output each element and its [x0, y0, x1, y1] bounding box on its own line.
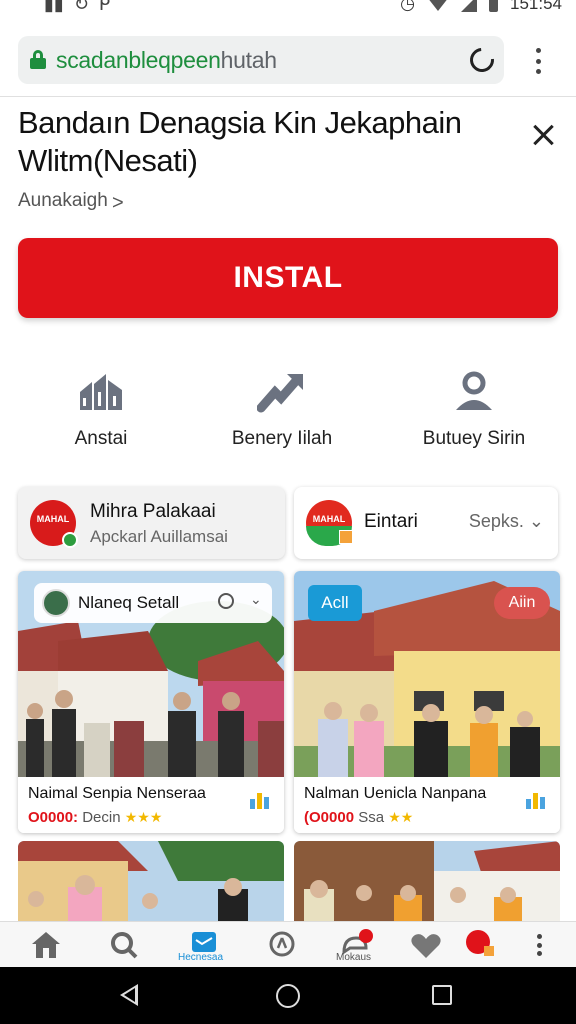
home-circle-icon[interactable] — [276, 984, 300, 1008]
card-title: Naimal Senpia Nenseraa — [28, 785, 206, 802]
bottom-navigation: Hecnesaa Mokaus — [0, 921, 576, 967]
nav-label: Mokaus — [336, 952, 372, 963]
action-label: Anstai — [74, 428, 128, 449]
alarm-icon: ◷ — [400, 0, 415, 13]
listing-card[interactable]: Nlaneq Setall ⌄ Naimal Senpia Nenseraa O… — [18, 571, 284, 833]
chevron-down-icon: ⌄ — [528, 511, 544, 531]
chevron-right-icon: > — [112, 192, 124, 214]
sim-icon: ▮▮ — [44, 0, 64, 14]
compass-icon[interactable] — [262, 928, 302, 962]
more-vert-icon[interactable] — [537, 934, 542, 956]
action-anstai[interactable]: Anstai — [21, 370, 181, 450]
url-text[interactable]: scadanbleqpeenhutah — [56, 47, 277, 74]
status-time: 151:54 — [510, 0, 562, 13]
search-icon[interactable] — [218, 593, 234, 609]
bar-chart-icon — [526, 793, 545, 809]
breadcrumb[interactable]: Aunakaigh — [18, 190, 108, 212]
card-caption: Nalman Uenicla Nanpana (O0000 Ssa ★★ — [294, 777, 560, 833]
listing-card-photo[interactable] — [294, 841, 560, 921]
nav-label: Hecnesaa — [178, 952, 224, 963]
install-button[interactable]: INSTAL — [18, 238, 558, 318]
action-label: Butuey Sirin — [422, 428, 526, 449]
location-icon: ᑭ — [98, 0, 111, 14]
more-vert-icon[interactable] — [536, 48, 542, 74]
page-title: Bandaın Denagsia Kin Jekaphain Wlitm(Nes… — [18, 105, 462, 178]
person-icon — [456, 371, 492, 410]
rating-stars: ★★ — [388, 809, 414, 825]
chip-subtitle: Apckarl Auillamsai — [90, 527, 228, 546]
chevron-down-icon[interactable]: ⌄ — [250, 591, 262, 608]
chip-title: Mihra Palakaai — [90, 501, 216, 522]
card-overlay[interactable]: Nlaneq Setall ⌄ — [34, 583, 272, 623]
action-label: Benery Iilah — [231, 428, 333, 449]
listing-card-photo[interactable] — [18, 841, 284, 921]
brand-icon[interactable] — [460, 928, 500, 962]
address-bar[interactable]: scadanbleqpeenhutah — [18, 36, 504, 84]
bar-chart-icon — [250, 793, 269, 809]
recents-icon[interactable] — [432, 985, 452, 1005]
card-meta: O0000: Decin ★★★ — [28, 809, 163, 826]
lock-icon — [30, 50, 46, 69]
wifi-icon — [427, 0, 449, 11]
reload-icon[interactable] — [465, 43, 499, 77]
system-navigation — [0, 967, 576, 1024]
chip-dropdown[interactable]: Sepks. ⌄ — [469, 511, 544, 532]
overlay-title: Nlaneq Setall — [78, 593, 180, 612]
trend-arrow-icon — [257, 374, 303, 413]
verified-icon — [62, 532, 78, 548]
action-butuey[interactable]: Butuey Sirin — [394, 370, 554, 450]
listing-card[interactable]: Acll Aiin Nalman Uenicla Nanpana (O0000 … — [294, 571, 560, 833]
app-badge-icon: MAHAL — [30, 500, 78, 548]
chip-title: Eintari — [364, 511, 418, 532]
avatar — [42, 589, 70, 617]
card-meta: (O0000 Ssa ★★ — [304, 809, 414, 826]
signal-icon — [461, 0, 477, 12]
home-icon[interactable] — [26, 928, 66, 962]
tag-button[interactable]: Aiin — [494, 587, 550, 619]
sync-icon: ↻ — [73, 0, 89, 14]
battery-icon — [489, 0, 498, 12]
heart-icon[interactable] — [406, 928, 446, 962]
back-icon[interactable] — [120, 984, 138, 1006]
divider — [0, 96, 576, 97]
search-icon[interactable] — [104, 928, 144, 962]
card-caption: Naimal Senpia Nenseraa O0000: Decin ★★★ — [18, 777, 284, 833]
rating-stars: ★★★ — [124, 809, 163, 825]
app-badge-icon: MAHAL — [306, 500, 353, 546]
app-chip[interactable]: MAHAL Eintari Sepks. ⌄ — [294, 487, 558, 559]
status-bar: ▮▮ ↻ ᑭ ◷ 151:54 — [0, 0, 576, 24]
buildings-icon — [80, 374, 122, 410]
app-chip[interactable]: MAHAL Mihra Palakaai Apckarl Auillamsai — [18, 487, 285, 559]
close-icon[interactable] — [532, 124, 556, 148]
action-benery[interactable]: Benery Iilah — [202, 370, 362, 450]
tag-button[interactable]: Acll — [308, 585, 362, 621]
card-title: Nalman Uenicla Nanpana — [304, 785, 487, 802]
